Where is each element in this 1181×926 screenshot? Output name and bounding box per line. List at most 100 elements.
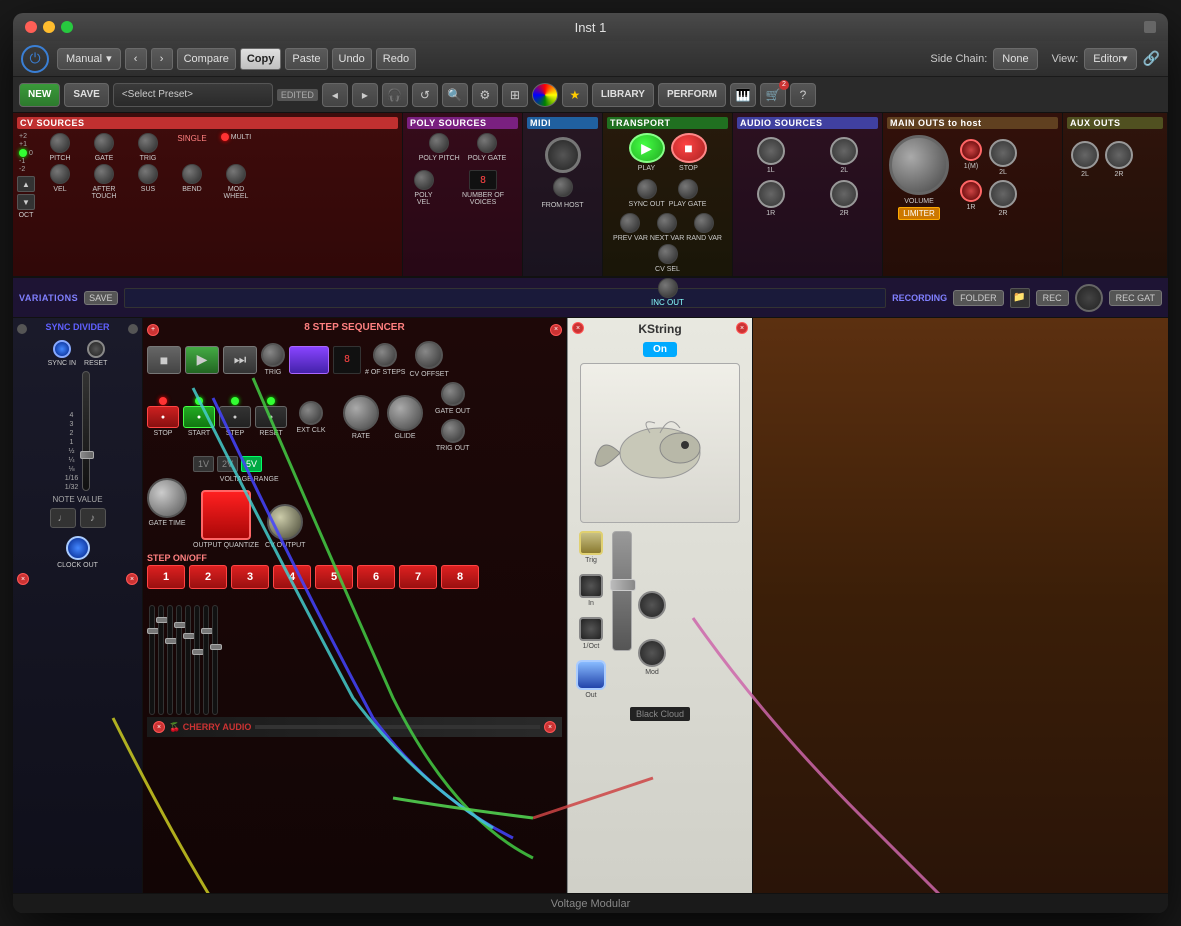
out-jack[interactable]	[576, 660, 606, 690]
window-control-right[interactable]	[1144, 21, 1156, 33]
headphone-button[interactable]: 🎧	[382, 83, 408, 107]
close-button[interactable]	[25, 21, 37, 33]
main-out-2r-jack[interactable]	[989, 180, 1017, 208]
rec-gate-button[interactable]: REC GAT	[1109, 290, 1162, 306]
redo-button[interactable]: Redo	[376, 48, 416, 70]
fader-2[interactable]	[158, 605, 164, 715]
minimize-button[interactable]	[43, 21, 55, 33]
star-button[interactable]: ★	[562, 83, 588, 107]
step-7[interactable]: 7	[399, 565, 437, 589]
trig-knob[interactable]	[138, 133, 158, 153]
play-gate-knob[interactable]	[678, 179, 698, 199]
rec-jack[interactable]	[1075, 284, 1103, 312]
undo-button[interactable]: Undo	[332, 48, 372, 70]
search-button[interactable]: 🔍	[442, 83, 468, 107]
help-button[interactable]: ?	[790, 83, 816, 107]
compare-button[interactable]: Compare	[177, 48, 236, 70]
folder-button[interactable]: FOLDER	[953, 290, 1004, 306]
voltage-5v[interactable]: 5V	[241, 456, 262, 472]
cherry-close-right[interactable]: ×	[544, 721, 556, 733]
sync-in-jack[interactable]	[53, 340, 71, 358]
reset-jack[interactable]	[87, 340, 105, 358]
step-4[interactable]: 4	[273, 565, 311, 589]
step-1[interactable]: 1	[147, 565, 185, 589]
seq-close-right[interactable]: ×	[550, 324, 562, 336]
sus-knob[interactable]	[138, 164, 158, 184]
paste-button[interactable]: Paste	[285, 48, 327, 70]
color-button[interactable]	[532, 83, 558, 107]
maximize-button[interactable]	[61, 21, 73, 33]
ext-clk-knob[interactable]	[299, 401, 323, 425]
rate-knob[interactable]	[343, 395, 379, 431]
copy-button[interactable]: Copy	[240, 48, 282, 70]
gate-time-knob[interactable]	[147, 478, 187, 518]
poly-vel-knob[interactable]	[414, 170, 434, 190]
trig-jack[interactable]	[579, 531, 603, 555]
trig-out-knob[interactable]	[441, 419, 465, 443]
link-icon[interactable]: 🔗	[1143, 50, 1160, 67]
rec-button[interactable]: REC	[1036, 290, 1069, 306]
seq-close-left[interactable]: +	[147, 324, 159, 336]
variations-field[interactable]	[124, 288, 887, 308]
glide-knob[interactable]	[387, 395, 423, 431]
poly-pitch-knob[interactable]	[429, 133, 449, 153]
poly-gate-knob[interactable]	[477, 133, 497, 153]
fader-8[interactable]	[212, 605, 218, 715]
bend-knob[interactable]	[182, 164, 202, 184]
limiter-button[interactable]: LIMITER	[898, 207, 940, 220]
arrow-left-button[interactable]: ◂	[322, 83, 348, 107]
kstring-close-right[interactable]: ×	[736, 322, 748, 334]
seq-step-button[interactable]: ⏭	[223, 346, 257, 374]
mod-knob-display[interactable]	[638, 591, 666, 619]
view-dropdown[interactable]: Editor ▾	[1084, 48, 1136, 70]
play-button[interactable]: ▶	[629, 133, 665, 163]
step-8[interactable]: 8	[441, 565, 479, 589]
save-button[interactable]: SAVE	[64, 83, 109, 107]
settings-button[interactable]: ⚙	[472, 83, 498, 107]
sync-panel-handle-right[interactable]	[128, 324, 138, 334]
pitch-knob[interactable]	[50, 133, 70, 153]
rand-var-knob[interactable]	[694, 213, 714, 233]
step-3[interactable]: 3	[231, 565, 269, 589]
seq-trig-knob[interactable]	[261, 343, 285, 367]
fader-1[interactable]	[149, 605, 155, 715]
sync-panel-handle-left[interactable]	[17, 324, 27, 334]
volume-knob[interactable]	[889, 135, 949, 195]
step-6[interactable]: 6	[357, 565, 395, 589]
aux-2l-jack[interactable]	[1071, 141, 1099, 169]
mod-jack[interactable]	[638, 639, 666, 667]
reset-action-button[interactable]: ●	[255, 406, 287, 428]
start-action-button[interactable]: ●	[183, 406, 215, 428]
midi-din-jack[interactable]	[545, 137, 581, 173]
arrow-right-button[interactable]: ▸	[352, 83, 378, 107]
cv-offset-knob[interactable]	[415, 341, 443, 369]
fader-5[interactable]	[185, 605, 191, 715]
gate-out-knob[interactable]	[441, 382, 465, 406]
fader-3[interactable]	[167, 605, 173, 715]
side-chain-dropdown[interactable]: None	[993, 48, 1037, 70]
piano-button[interactable]: 🎹	[730, 83, 756, 107]
new-button[interactable]: NEW	[19, 83, 60, 107]
gate-knob[interactable]	[94, 133, 114, 153]
audio-2l-jack[interactable]	[830, 137, 858, 165]
folder-icon-button[interactable]: 📁	[1010, 288, 1030, 308]
steps-knob[interactable]	[373, 343, 397, 367]
modwheel-knob[interactable]	[226, 164, 246, 184]
step-5[interactable]: 5	[315, 565, 353, 589]
kstring-close-left[interactable]: ×	[572, 322, 584, 334]
panel-close-left[interactable]: ×	[17, 573, 29, 585]
variations-save-button[interactable]: SAVE	[84, 291, 117, 305]
perform-button[interactable]: PERFORM	[658, 83, 726, 107]
kstring-on-button[interactable]: On	[643, 342, 677, 357]
stop-action-button[interactable]: ●	[147, 406, 179, 428]
cart-button[interactable]: 🛒 2	[760, 83, 786, 107]
aftertouch-knob[interactable]	[94, 164, 114, 184]
audio-1l-jack[interactable]	[757, 137, 785, 165]
fader-4[interactable]	[176, 605, 182, 715]
next-var-knob[interactable]	[657, 213, 677, 233]
stop-button[interactable]: ■	[671, 133, 707, 163]
vel-knob[interactable]	[50, 164, 70, 184]
step-action-button[interactable]: ●	[219, 406, 251, 428]
output-quantize-button[interactable]	[201, 490, 251, 540]
step-2[interactable]: 2	[189, 565, 227, 589]
